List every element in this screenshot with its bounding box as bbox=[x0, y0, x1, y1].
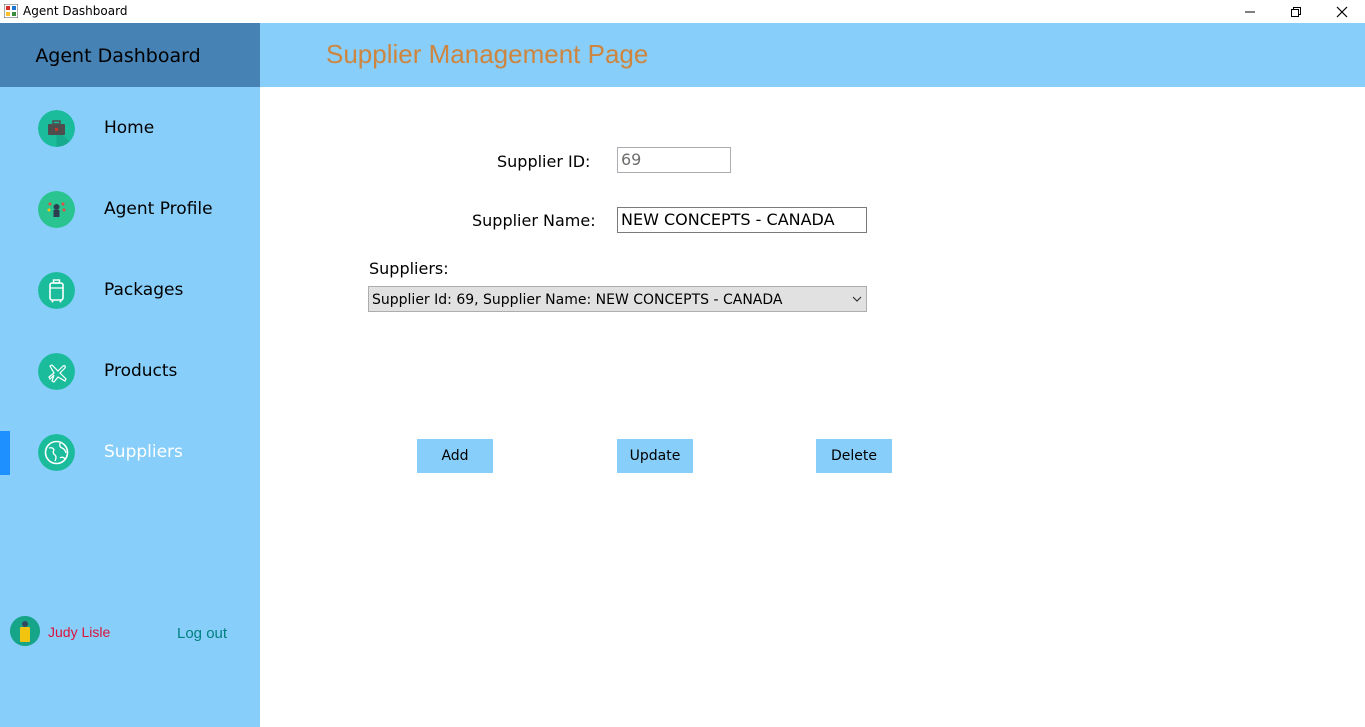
close-button[interactable] bbox=[1319, 0, 1365, 23]
update-button[interactable]: Update bbox=[617, 439, 693, 473]
supplier-id-label: Supplier ID: bbox=[497, 152, 591, 171]
supplier-name-field[interactable]: NEW CONCEPTS - CANADA bbox=[617, 207, 867, 233]
suppliers-dropdown-value: Supplier Id: 69, Supplier Name: NEW CONC… bbox=[372, 292, 783, 308]
sidebar-item-label: Packages bbox=[104, 280, 184, 300]
page-title: Supplier Management Page bbox=[326, 39, 649, 69]
user-name: Judy Lisle bbox=[48, 624, 111, 640]
minimize-button[interactable] bbox=[1227, 0, 1273, 23]
window-titlebar: Agent Dashboard bbox=[0, 0, 1365, 23]
restore-icon bbox=[1291, 6, 1301, 17]
sidebar-header: Agent Dashboard bbox=[0, 23, 260, 87]
globe-icon bbox=[38, 434, 75, 471]
window-title: Agent Dashboard bbox=[23, 4, 128, 18]
main-header: Supplier Management Page bbox=[260, 23, 1365, 87]
user-avatar-icon bbox=[10, 616, 40, 646]
sidebar-item-label: Home bbox=[104, 118, 155, 138]
close-icon bbox=[1336, 6, 1348, 17]
sidebar-title: Agent Dashboard bbox=[35, 45, 201, 67]
avatar bbox=[10, 616, 40, 646]
sidebar-item-suppliers[interactable]: Suppliers bbox=[0, 411, 260, 492]
sidebar-item-label: Products bbox=[104, 361, 178, 381]
restore-button[interactable] bbox=[1273, 0, 1319, 23]
sidebar-item-packages[interactable]: Packages bbox=[0, 249, 260, 330]
luggage-icon bbox=[38, 272, 75, 309]
sidebar-item-label: Suppliers bbox=[104, 442, 183, 462]
profile-icon bbox=[38, 191, 75, 228]
suppliers-dropdown[interactable]: Supplier Id: 69, Supplier Name: NEW CONC… bbox=[368, 286, 867, 312]
airplane-icon bbox=[38, 353, 75, 390]
add-button[interactable]: Add bbox=[417, 439, 493, 473]
sidebar-item-products[interactable]: Products bbox=[0, 330, 260, 411]
sidebar: Agent Dashboard Home Agent Profile Packa… bbox=[0, 23, 260, 727]
sidebar-item-label: Agent Profile bbox=[104, 199, 213, 219]
chevron-down-icon bbox=[852, 296, 862, 302]
sidebar-item-home[interactable]: Home bbox=[0, 87, 260, 168]
delete-button[interactable]: Delete bbox=[816, 439, 892, 473]
app-icon bbox=[4, 4, 18, 18]
supplier-id-field[interactable]: 69 bbox=[617, 147, 731, 173]
suppliers-label: Suppliers: bbox=[369, 259, 449, 278]
logout-link[interactable]: Log out bbox=[177, 625, 227, 642]
active-indicator bbox=[0, 431, 10, 475]
minimize-icon bbox=[1245, 11, 1255, 12]
sidebar-item-agent-profile[interactable]: Agent Profile bbox=[0, 168, 260, 249]
briefcase-icon bbox=[38, 110, 75, 147]
supplier-name-label: Supplier Name: bbox=[472, 211, 596, 230]
